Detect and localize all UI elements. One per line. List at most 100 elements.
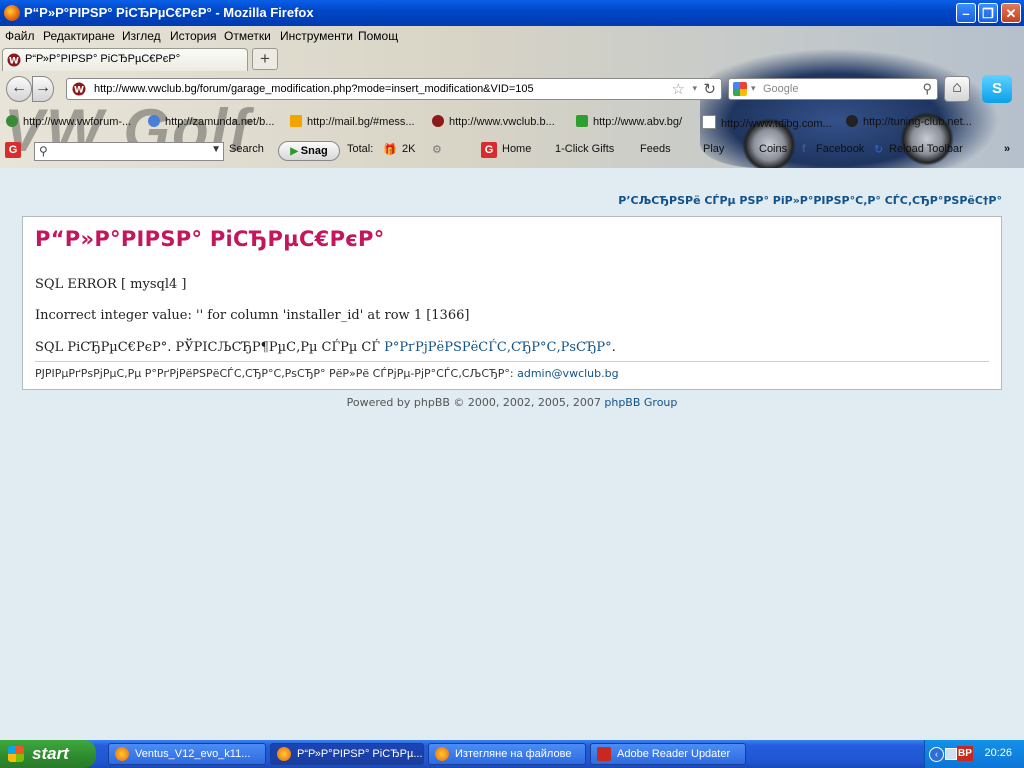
gift-icon: 🎁: [383, 144, 397, 156]
sql-error-title: SQL ERROR [ mysql4 ]: [35, 277, 187, 292]
bookmark-item[interactable]: http://tuning-club.net...: [846, 115, 972, 128]
one-click-gifts-link[interactable]: 1-Click Gifts: [555, 143, 614, 155]
bookmark-item[interactable]: http://mail.bg/#mess...: [290, 115, 415, 128]
menu-edit[interactable]: Редактиране: [43, 29, 115, 43]
new-tab-button[interactable]: +: [252, 48, 278, 70]
bookmark-item[interactable]: http://zamunda.net/b...: [148, 115, 274, 128]
chevron-more-icon[interactable]: »: [1004, 143, 1010, 155]
back-to-index-link[interactable]: Р’СЉСЂРЅРё СЃРµ РЅР° РіР»Р°РІРЅР°С‚Р° СЃ…: [618, 194, 1002, 207]
taskbar-item[interactable]: Изтегляне на файлове: [428, 743, 586, 765]
navigation-toolbar: ← → W http://www.vwclub.bg/forum/garage_…: [0, 73, 1024, 107]
divider: [35, 361, 989, 362]
engine-dropdown-icon[interactable]: ▾: [751, 83, 756, 94]
chevron-down-icon[interactable]: ▼: [211, 144, 221, 155]
browser-chrome: VW Golf Файл Редактиране Изглед История …: [0, 26, 1024, 168]
snag-button[interactable]: ▶ Snag: [278, 141, 340, 161]
vw-logo-icon: W: [72, 82, 86, 96]
web-page-content: Р’СЉСЂРЅРё СЃРµ РЅР° РіР»Р°РІРЅР°С‚Р° СЃ…: [0, 168, 1024, 740]
total-value: 2K: [402, 143, 416, 155]
taskbar: start Ventus_V12_evo_k11... Р“Р»Р°РІРЅР°…: [0, 740, 1024, 768]
home-button[interactable]: ⌂: [944, 76, 970, 102]
network-icon[interactable]: [945, 748, 957, 760]
total-label: Total:: [347, 143, 374, 155]
toolbar-search-input[interactable]: ⚲ ▼: [34, 142, 224, 161]
reload-toolbar-link[interactable]: Reload Toolbar: [889, 143, 963, 155]
bookmark-item[interactable]: http://www.abv.bg/: [576, 115, 682, 128]
toolbar-home-link[interactable]: Home: [502, 143, 531, 155]
tuning-club-icon: [846, 115, 858, 127]
feeds-link[interactable]: Feeds: [640, 143, 671, 155]
footer-notice: РЈРІРµРґРѕРјРµС‚Рµ Р°РґРјРёРЅРёСЃС‚СЂР°С…: [35, 367, 619, 380]
close-button[interactable]: ✕: [1001, 3, 1021, 23]
page-icon: [702, 115, 716, 129]
menu-help[interactable]: Помощ: [358, 29, 398, 43]
svg-text:W: W: [74, 86, 84, 96]
admin-email-link[interactable]: admin@vwclub.bg: [517, 367, 619, 380]
search-placeholder: Google: [763, 83, 799, 95]
menu-history[interactable]: История: [170, 29, 217, 43]
start-button[interactable]: start: [0, 740, 96, 768]
taskbar-item[interactable]: Adobe Reader Updater: [590, 743, 746, 765]
facebook-link[interactable]: Facebook: [816, 143, 864, 155]
tab-title: Р“Р»Р°РІРЅР° РіСЂРµС€РєР°: [25, 53, 181, 65]
reload-toolbar-icon: ↻: [874, 144, 884, 156]
menu-view[interactable]: Изглед: [122, 29, 161, 43]
system-tray: ‹ BP 20:26: [924, 740, 1024, 768]
language-indicator[interactable]: BP: [957, 746, 973, 761]
globe-icon: [6, 115, 18, 127]
gear-icon[interactable]: ⚙: [432, 143, 442, 156]
back-button[interactable]: ←: [6, 76, 32, 102]
taskbar-item-active[interactable]: Р“Р»Р°РІРЅР° РіСЂРµ...: [270, 743, 424, 765]
vw-logo-icon: [432, 115, 444, 127]
window-title: Р“Р»Р°РІРЅР° РіСЂРµС€РєР° - Mozilla Fire…: [24, 5, 314, 20]
url-bar[interactable]: W http://www.vwclub.bg/forum/garage_modi…: [66, 78, 722, 100]
menu-file[interactable]: Файл: [5, 29, 35, 43]
svg-text:W: W: [9, 57, 19, 67]
google-icon: [733, 82, 747, 96]
bookmark-item[interactable]: http://www.vwforum-...: [6, 115, 131, 128]
tray-expand-icon[interactable]: ‹: [929, 747, 944, 762]
mail-icon: [290, 115, 302, 127]
menu-bookmarks[interactable]: Отметки: [224, 29, 271, 43]
toolbar-search-button[interactable]: Search: [229, 143, 264, 155]
adobe-reader-icon: [597, 747, 611, 761]
toolbar-home-icon: G: [481, 142, 497, 158]
facebook-icon: f: [802, 143, 806, 155]
admin-contact-link[interactable]: Р°РґРјРёРЅРёСЃС‚СЂР°С‚РѕСЂР°: [384, 340, 611, 355]
vw-logo-icon: W: [7, 53, 21, 67]
firefox-icon: [435, 747, 449, 761]
menu-bar: Файл Редактиране Изглед История Отметки …: [0, 26, 1024, 46]
bookmark-item[interactable]: http://www.tdibg.com...: [702, 115, 832, 130]
bookmark-star-icon[interactable]: ☆: [672, 80, 685, 98]
coins-link[interactable]: Coins: [759, 143, 787, 155]
addon-toolbar: G ⚲ ▼ Search ▶ Snag Total: 🎁 2K ⚙ G Home…: [0, 138, 1024, 166]
play-link[interactable]: Play: [703, 143, 724, 155]
toolbar-logo-icon[interactable]: G: [5, 142, 21, 158]
url-dropdown-icon[interactable]: ▾: [692, 83, 697, 94]
maximize-button[interactable]: ❐: [978, 3, 998, 23]
url-text: http://www.vwclub.bg/forum/garage_modifi…: [94, 83, 534, 95]
firefox-icon: [277, 747, 291, 761]
minimize-button[interactable]: –: [956, 3, 976, 23]
forward-button[interactable]: →: [32, 76, 54, 102]
window-titlebar: Р“Р»Р°РІРЅР° РіСЂРµС€РєР° - Mozilla Fire…: [0, 0, 1024, 26]
page-title: Р“Р»Р°РІРЅР° РіСЂРµС€РєР°: [35, 227, 385, 251]
search-magnifier-icon: ⚲: [39, 144, 48, 158]
search-magnifier-icon[interactable]: ⚲: [922, 81, 932, 97]
firefox-icon: [115, 747, 129, 761]
bookmark-item[interactable]: http://www.vwclub.b...: [432, 115, 555, 128]
home-bookmark-icon: [576, 115, 588, 127]
powered-by: Powered by phpBB © 2000, 2002, 2005, 200…: [346, 396, 678, 409]
bookmarks-bar: http://www.vwforum-... http://zamunda.ne…: [0, 110, 1024, 136]
search-bar[interactable]: ▾ Google ⚲: [728, 78, 938, 100]
menu-tools[interactable]: Инструменти: [280, 29, 353, 43]
clock: 20:26: [984, 747, 1012, 759]
play-icon: ▶: [290, 146, 301, 157]
sql-error-message: Incorrect integer value: '' for column '…: [35, 308, 470, 323]
reload-icon[interactable]: ↻: [703, 80, 716, 98]
taskbar-item[interactable]: Ventus_V12_evo_k11...: [108, 743, 266, 765]
skype-icon[interactable]: S: [982, 75, 1012, 103]
windows-logo-icon: [8, 746, 24, 762]
browser-tab[interactable]: W Р“Р»Р°РІРЅР° РіСЂРµС€РєР°: [2, 48, 248, 71]
phpbb-link[interactable]: phpBB Group: [604, 396, 677, 409]
